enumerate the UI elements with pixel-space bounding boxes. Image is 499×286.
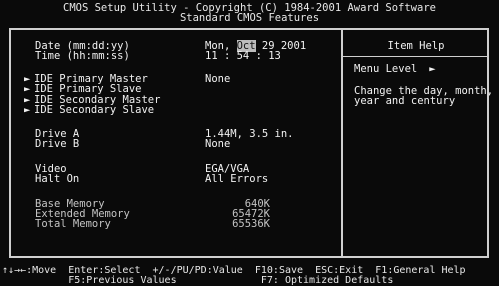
- drive-b-value[interactable]: None: [205, 139, 230, 150]
- halt-on-value[interactable]: All Errors: [205, 174, 268, 185]
- submenu-arrow-icon: ►: [24, 104, 31, 116]
- menu-level-label: Menu Level: [354, 63, 418, 75]
- header-subtitle: Standard CMOS Features: [179, 12, 320, 24]
- item-help-title: Item Help: [387, 40, 445, 52]
- ide-secondary-slave-label: IDE Secondary Slave: [34, 104, 155, 116]
- help-divider: [341, 28, 343, 258]
- time-field[interactable]: 11 : 54 : 13: [205, 51, 281, 62]
- time-label: Time (hh:mm:ss): [35, 50, 130, 62]
- halt-on-label: Halt On: [35, 173, 80, 185]
- total-memory-value: 65536K: [232, 218, 270, 230]
- total-memory-label: Total Memory: [35, 218, 111, 230]
- menu-level-marker-icon: ►: [429, 63, 436, 75]
- help-title-separator: [343, 56, 489, 57]
- footer-keys-line-2: F5:Previous Values F7: Optimized Default…: [2, 275, 394, 286]
- help-text-line-2: year and century: [354, 95, 456, 107]
- drive-b-label: Drive B: [35, 138, 80, 150]
- menu-level: Menu Level ►: [354, 64, 436, 75]
- ide-primary-master-value: None: [205, 73, 231, 85]
- ide-secondary-slave-item[interactable]: ► IDE Secondary Slave: [24, 105, 154, 116]
